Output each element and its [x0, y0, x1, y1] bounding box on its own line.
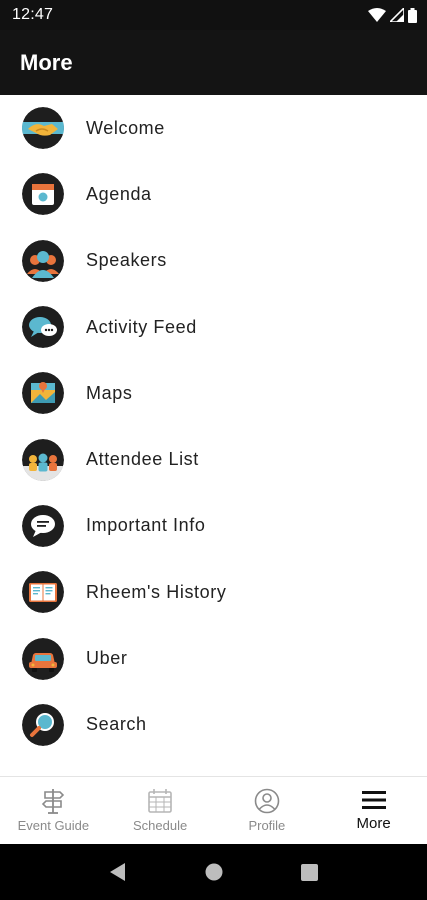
menu-item-speakers[interactable]: Speakers	[0, 228, 427, 294]
tab-label: Event Guide	[17, 818, 90, 833]
signpost-icon	[41, 788, 65, 818]
tab-label: Schedule	[133, 818, 188, 833]
menu-item-label: Maps	[86, 382, 133, 403]
menu-item-label: Welcome	[86, 117, 165, 138]
menu-item-maps[interactable]: Maps	[0, 360, 427, 426]
info-bubble-icon	[22, 504, 64, 547]
bottom-tab-bar: Event Guide Schedule Profile More	[0, 776, 427, 844]
menu-item-label: Agenda	[86, 183, 152, 204]
profile-icon	[254, 788, 280, 818]
menu-item-agenda[interactable]: Agenda	[0, 161, 427, 227]
menu-item-label: Attendee List	[86, 449, 199, 470]
magnifier-icon	[22, 703, 64, 746]
menu-item-label: Important Info	[86, 515, 206, 536]
menu-item-rheems-history[interactable]: Rheem's History	[0, 559, 427, 625]
battery-icon	[408, 7, 417, 23]
system-nav-bar	[0, 844, 427, 900]
recents-icon[interactable]	[301, 863, 318, 881]
signal-icon	[390, 8, 404, 22]
menu-item-important-info[interactable]: Important Info	[0, 493, 427, 559]
calendar-grid-icon	[147, 788, 173, 818]
tab-label: More	[356, 815, 391, 832]
status-bar: 12:47	[0, 0, 427, 30]
speakers-icon	[22, 239, 64, 282]
map-icon	[22, 372, 64, 415]
menu-item-attendee-list[interactable]: Attendee List	[0, 426, 427, 492]
tab-profile[interactable]: Profile	[214, 777, 321, 844]
menu-item-activity-feed[interactable]: Activity Feed	[0, 294, 427, 360]
tab-more[interactable]: More	[320, 777, 427, 844]
back-icon[interactable]	[109, 862, 127, 882]
menu-item-label: Speakers	[86, 250, 167, 271]
menu-item-search[interactable]: Search	[0, 692, 427, 758]
menu-item-label: Activity Feed	[86, 316, 197, 337]
status-time: 12:47	[12, 6, 54, 23]
tab-event-guide[interactable]: Event Guide	[0, 777, 107, 844]
handshake-icon	[22, 107, 64, 150]
menu-item-label: Search	[86, 714, 147, 735]
menu-item-label: Rheem's History	[86, 581, 227, 602]
calendar-icon	[22, 173, 64, 216]
car-icon	[22, 637, 64, 680]
home-icon[interactable]	[205, 863, 223, 881]
app-bar: More	[0, 30, 427, 95]
menu-item-uber[interactable]: Uber	[0, 625, 427, 691]
page-title: More	[20, 49, 73, 75]
hamburger-icon	[361, 789, 387, 815]
wifi-icon	[368, 8, 386, 22]
menu-list: Welcome Agenda Speakers Activity Feed Ma…	[0, 95, 427, 776]
chat-bubbles-icon	[22, 306, 64, 349]
tab-schedule[interactable]: Schedule	[107, 777, 214, 844]
menu-item-label: Uber	[86, 648, 128, 669]
tab-label: Profile	[248, 818, 286, 833]
menu-item-welcome[interactable]: Welcome	[0, 95, 427, 161]
status-icons	[368, 7, 417, 23]
attendees-icon	[22, 438, 64, 481]
book-icon	[22, 571, 64, 614]
